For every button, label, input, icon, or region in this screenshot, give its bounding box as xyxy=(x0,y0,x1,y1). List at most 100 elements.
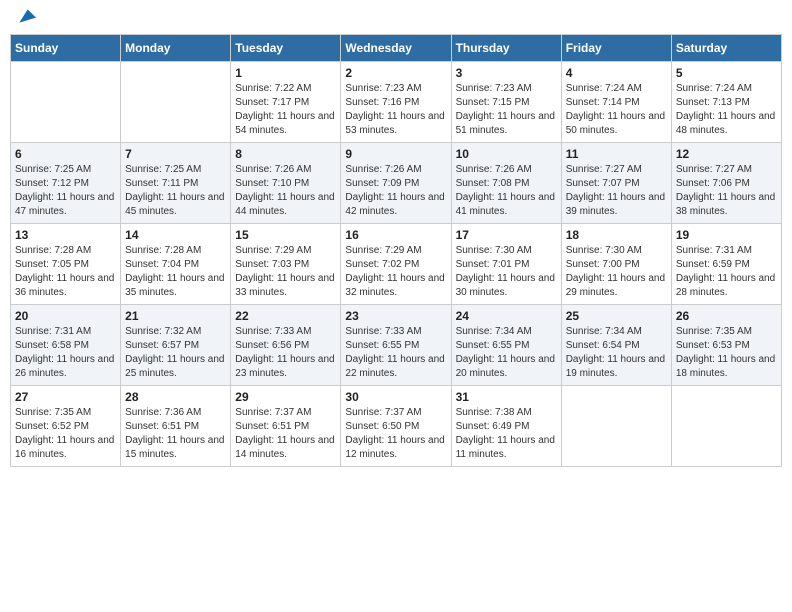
calendar-week-4: 20 Sunrise: 7:31 AMSunset: 6:58 PMDayligh… xyxy=(11,305,782,386)
day-info: Sunrise: 7:27 AMSunset: 7:06 PMDaylight:… xyxy=(676,163,777,219)
day-info: Sunrise: 7:29 AMSunset: 7:03 PMDaylight:… xyxy=(235,244,336,300)
day-number: 17 xyxy=(456,228,557,242)
weekday-header-sunday: Sunday xyxy=(11,35,121,62)
logo xyxy=(14,10,36,26)
day-info: Sunrise: 7:37 AMSunset: 6:50 PMDaylight:… xyxy=(345,406,446,462)
day-number: 16 xyxy=(345,228,446,242)
weekday-header-row: SundayMondayTuesdayWednesdayThursdayFrid… xyxy=(11,35,782,62)
day-number: 9 xyxy=(345,147,446,161)
day-info: Sunrise: 7:37 AMSunset: 6:51 PMDaylight:… xyxy=(235,406,336,462)
calendar-week-2: 6 Sunrise: 7:25 AMSunset: 7:12 PMDaylight… xyxy=(11,143,782,224)
day-info: Sunrise: 7:33 AMSunset: 6:56 PMDaylight:… xyxy=(235,325,336,381)
day-info: Sunrise: 7:34 AMSunset: 6:54 PMDaylight:… xyxy=(566,325,667,381)
calendar-week-5: 27Sunrise: 7:35 AMSunset: 6:52 PMDayligh… xyxy=(11,386,782,467)
calendar-cell: 13 Sunrise: 7:28 AMSunset: 7:05 PMDayligh… xyxy=(11,224,121,305)
weekday-header-friday: Friday xyxy=(561,35,671,62)
day-info: Sunrise: 7:23 AMSunset: 7:16 PMDaylight:… xyxy=(345,82,446,138)
calendar-cell: 24 Sunrise: 7:34 AMSunset: 6:55 PMDayligh… xyxy=(451,305,561,386)
weekday-header-tuesday: Tuesday xyxy=(231,35,341,62)
day-number: 5 xyxy=(676,66,777,80)
day-number: 7 xyxy=(125,147,226,161)
calendar-cell: 5 Sunrise: 7:24 AMSunset: 7:13 PMDaylight… xyxy=(671,62,781,143)
calendar-cell xyxy=(671,386,781,467)
day-number: 1 xyxy=(235,66,336,80)
calendar-cell: 29 Sunrise: 7:37 AMSunset: 6:51 PMDayligh… xyxy=(231,386,341,467)
day-number: 14 xyxy=(125,228,226,242)
calendar-cell xyxy=(121,62,231,143)
calendar-cell: 15 Sunrise: 7:29 AMSunset: 7:03 PMDayligh… xyxy=(231,224,341,305)
weekday-header-saturday: Saturday xyxy=(671,35,781,62)
day-number: 21 xyxy=(125,309,226,323)
calendar-cell: 2Sunrise: 7:23 AMSunset: 7:16 PMDaylight… xyxy=(341,62,451,143)
calendar-cell: 3 Sunrise: 7:23 AMSunset: 7:15 PMDaylight… xyxy=(451,62,561,143)
day-info: Sunrise: 7:27 AMSunset: 7:07 PMDaylight:… xyxy=(566,163,667,219)
day-info: Sunrise: 7:30 AMSunset: 7:00 PMDaylight:… xyxy=(566,244,667,300)
day-info: Sunrise: 7:25 AMSunset: 7:11 PMDaylight:… xyxy=(125,163,226,219)
calendar-cell: 16 Sunrise: 7:29 AMSunset: 7:02 PMDayligh… xyxy=(341,224,451,305)
day-number: 30 xyxy=(345,390,446,404)
day-info: Sunrise: 7:32 AMSunset: 6:57 PMDaylight:… xyxy=(125,325,226,381)
day-number: 19 xyxy=(676,228,777,242)
day-info: Sunrise: 7:24 AMSunset: 7:14 PMDaylight:… xyxy=(566,82,667,138)
day-number: 15 xyxy=(235,228,336,242)
day-number: 18 xyxy=(566,228,667,242)
logo-text-block xyxy=(14,10,36,26)
calendar-cell: 25 Sunrise: 7:34 AMSunset: 6:54 PMDayligh… xyxy=(561,305,671,386)
calendar-cell: 14 Sunrise: 7:28 AMSunset: 7:04 PMDayligh… xyxy=(121,224,231,305)
day-info: Sunrise: 7:26 AMSunset: 7:08 PMDaylight:… xyxy=(456,163,557,219)
calendar-cell xyxy=(561,386,671,467)
day-number: 26 xyxy=(676,309,777,323)
calendar-cell: 7 Sunrise: 7:25 AMSunset: 7:11 PMDaylight… xyxy=(121,143,231,224)
day-info: Sunrise: 7:28 AMSunset: 7:05 PMDaylight:… xyxy=(15,244,116,300)
day-info: Sunrise: 7:24 AMSunset: 7:13 PMDaylight:… xyxy=(676,82,777,138)
day-info: Sunrise: 7:29 AMSunset: 7:02 PMDaylight:… xyxy=(345,244,446,300)
day-info: Sunrise: 7:26 AMSunset: 7:10 PMDaylight:… xyxy=(235,163,336,219)
day-number: 4 xyxy=(566,66,667,80)
weekday-header-wednesday: Wednesday xyxy=(341,35,451,62)
calendar-cell: 8 Sunrise: 7:26 AMSunset: 7:10 PMDaylight… xyxy=(231,143,341,224)
day-number: 10 xyxy=(456,147,557,161)
day-info: Sunrise: 7:25 AMSunset: 7:12 PMDaylight:… xyxy=(15,163,116,219)
day-info: Sunrise: 7:31 AMSunset: 6:58 PMDaylight:… xyxy=(15,325,116,381)
day-info: Sunrise: 7:34 AMSunset: 6:55 PMDaylight:… xyxy=(456,325,557,381)
day-info: Sunrise: 7:35 AMSunset: 6:53 PMDaylight:… xyxy=(676,325,777,381)
day-number: 25 xyxy=(566,309,667,323)
day-info: Sunrise: 7:31 AMSunset: 6:59 PMDaylight:… xyxy=(676,244,777,300)
day-number: 3 xyxy=(456,66,557,80)
calendar-cell: 1 Sunrise: 7:22 AMSunset: 7:17 PMDaylight… xyxy=(231,62,341,143)
calendar-cell: 18 Sunrise: 7:30 AMSunset: 7:00 PMDayligh… xyxy=(561,224,671,305)
weekday-header-monday: Monday xyxy=(121,35,231,62)
calendar-cell: 21 Sunrise: 7:32 AMSunset: 6:57 PMDayligh… xyxy=(121,305,231,386)
day-number: 31 xyxy=(456,390,557,404)
day-number: 29 xyxy=(235,390,336,404)
calendar-table: SundayMondayTuesdayWednesdayThursdayFrid… xyxy=(10,34,782,467)
day-info: Sunrise: 7:30 AMSunset: 7:01 PMDaylight:… xyxy=(456,244,557,300)
day-number: 28 xyxy=(125,390,226,404)
calendar-cell: 27Sunrise: 7:35 AMSunset: 6:52 PMDayligh… xyxy=(11,386,121,467)
calendar-cell: 17 Sunrise: 7:30 AMSunset: 7:01 PMDayligh… xyxy=(451,224,561,305)
calendar-cell: 9Sunrise: 7:26 AMSunset: 7:09 PMDaylight… xyxy=(341,143,451,224)
day-number: 8 xyxy=(235,147,336,161)
calendar-cell: 26 Sunrise: 7:35 AMSunset: 6:53 PMDayligh… xyxy=(671,305,781,386)
day-number: 11 xyxy=(566,147,667,161)
logo-icon xyxy=(16,6,36,26)
calendar-week-1: 1 Sunrise: 7:22 AMSunset: 7:17 PMDaylight… xyxy=(11,62,782,143)
calendar-cell: 20 Sunrise: 7:31 AMSunset: 6:58 PMDayligh… xyxy=(11,305,121,386)
day-info: Sunrise: 7:23 AMSunset: 7:15 PMDaylight:… xyxy=(456,82,557,138)
calendar-cell: 28Sunrise: 7:36 AMSunset: 6:51 PMDayligh… xyxy=(121,386,231,467)
day-info: Sunrise: 7:28 AMSunset: 7:04 PMDaylight:… xyxy=(125,244,226,300)
day-number: 24 xyxy=(456,309,557,323)
calendar-cell: 11 Sunrise: 7:27 AMSunset: 7:07 PMDayligh… xyxy=(561,143,671,224)
calendar-week-3: 13 Sunrise: 7:28 AMSunset: 7:05 PMDayligh… xyxy=(11,224,782,305)
day-number: 13 xyxy=(15,228,116,242)
day-number: 20 xyxy=(15,309,116,323)
day-number: 22 xyxy=(235,309,336,323)
day-number: 12 xyxy=(676,147,777,161)
day-info: Sunrise: 7:22 AMSunset: 7:17 PMDaylight:… xyxy=(235,82,336,138)
day-info: Sunrise: 7:35 AMSunset: 6:52 PMDaylight:… xyxy=(15,406,116,462)
weekday-header-thursday: Thursday xyxy=(451,35,561,62)
calendar-cell: 23Sunrise: 7:33 AMSunset: 6:55 PMDayligh… xyxy=(341,305,451,386)
day-number: 6 xyxy=(15,147,116,161)
calendar-cell: 10 Sunrise: 7:26 AMSunset: 7:08 PMDayligh… xyxy=(451,143,561,224)
calendar-cell: 4 Sunrise: 7:24 AMSunset: 7:14 PMDaylight… xyxy=(561,62,671,143)
